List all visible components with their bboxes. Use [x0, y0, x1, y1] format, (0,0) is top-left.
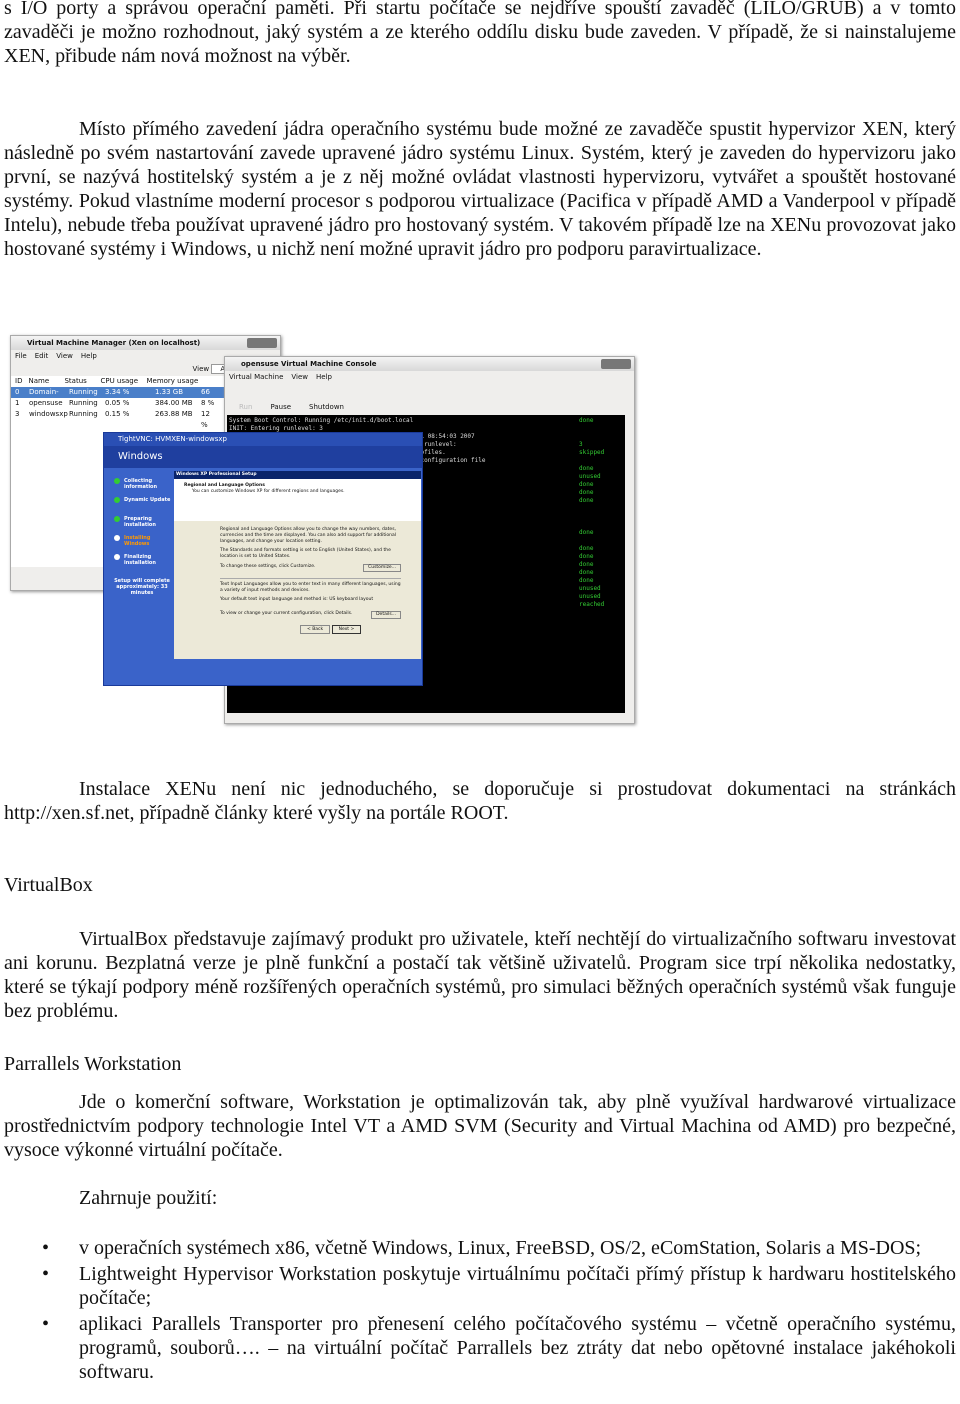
shutdown-button[interactable]: Shutdown	[309, 403, 344, 411]
heading-parallels: Parrallels Workstation	[4, 1053, 182, 1075]
back-button[interactable]: < Back	[300, 625, 331, 634]
status-word	[579, 513, 604, 521]
list-item: • Lightweight Hypervisor Workstation posk…	[42, 1263, 956, 1309]
paragraph-xen-hypervisor: Místo přímého zavedení jádra operačního …	[4, 118, 956, 260]
step-circle-icon	[114, 554, 120, 560]
bullet-icon: •	[42, 1263, 50, 1285]
menu-help[interactable]: Help	[316, 373, 332, 381]
customize-button[interactable]: Customize...	[363, 564, 401, 572]
status-word: done	[579, 529, 594, 536]
list-item: • v operačních systémech x86, včetně Wind…	[42, 1237, 922, 1259]
xp-setup-dialog: Windows XP Professional Setup Regional a…	[174, 471, 421, 659]
menu-file[interactable]: File	[15, 352, 27, 360]
setup-step: Finalizing installation	[114, 554, 174, 573]
paragraph-intro: s I/O porty a správou operační paměti. P…	[4, 0, 956, 67]
details-button[interactable]: Details...	[371, 611, 401, 619]
status-word: done	[579, 545, 594, 552]
status-word: done	[579, 569, 594, 576]
setup-step: Collecting information	[114, 478, 174, 497]
status-word: unused	[579, 473, 601, 480]
status-word: done	[579, 577, 594, 584]
status-word: unused	[579, 593, 601, 600]
status-word: done	[579, 497, 594, 504]
status-word	[579, 457, 604, 465]
status-word: 3	[579, 441, 583, 448]
setup-step: Installing Windows	[114, 535, 174, 554]
status-word	[579, 433, 604, 441]
menu-view[interactable]: View	[56, 352, 73, 360]
vnc-title: TightVNC: HVMXEN-windowsxp	[104, 433, 422, 446]
run-button[interactable]: Run	[239, 403, 252, 411]
step-circle-icon	[114, 535, 120, 541]
paragraph-virtualbox: VirtualBox představuje zajímavý produkt …	[4, 928, 956, 1022]
status-word: done	[579, 553, 594, 560]
step-circle-icon	[114, 478, 120, 484]
setup-eta: Setup will complete approximately: 33 mi…	[114, 578, 170, 596]
console-title: opensuse Virtual Machine Console	[241, 360, 377, 368]
status-word: reached	[579, 601, 605, 608]
status-word	[579, 537, 604, 545]
xen-screenshot-figure: Virtual Machine Manager (Xen on localhos…	[10, 335, 635, 725]
menu-virtual-machine[interactable]: Virtual Machine	[229, 373, 283, 381]
next-button[interactable]: Next >	[331, 625, 362, 634]
bullet-icon: •	[42, 1313, 50, 1335]
status-word: unused	[579, 585, 601, 592]
step-circle-icon	[114, 497, 120, 503]
status-word: done	[579, 561, 594, 568]
status-word: done	[579, 481, 594, 488]
heading-virtualbox: VirtualBox	[4, 874, 93, 896]
feature-list: • v operačních systémech x86, včetně Wind…	[4, 1236, 956, 1386]
view-label: View	[192, 365, 210, 373]
terminal-line: System Boot Control: Running /etc/init.d…	[229, 417, 414, 424]
status-word	[579, 425, 604, 433]
paragraph-includes: Zahrnuje použití:	[79, 1187, 218, 1209]
paragraph-xen-install: Instalace XENu není nic jednoduchého, se…	[4, 778, 956, 824]
setup-step: Preparing installation	[114, 516, 174, 535]
status-word	[579, 505, 604, 513]
menu-help[interactable]: Help	[81, 352, 97, 360]
bullet-icon: •	[42, 1237, 50, 1259]
status-word: done	[579, 465, 594, 472]
step-circle-icon	[114, 516, 120, 522]
menu-edit[interactable]: Edit	[35, 352, 49, 360]
status-word: done	[579, 489, 594, 496]
windows-logo: Windows	[104, 446, 422, 468]
pause-button[interactable]: Pause	[270, 403, 291, 411]
setup-step: Dynamic Update	[114, 497, 174, 516]
vnc-window: TightVNC: HVMXEN-windowsxp Windows Colle…	[103, 432, 423, 686]
paragraph-parallels: Jde o komerční software, Workstation je …	[4, 1091, 956, 1161]
status-word: skipped	[579, 449, 605, 456]
menu-view[interactable]: View	[291, 373, 308, 381]
vmm-title: Virtual Machine Manager (Xen on localhos…	[27, 339, 201, 347]
status-word: done	[579, 417, 594, 424]
status-word	[579, 521, 604, 529]
list-item: • aplikaci Parallels Transporter pro přen…	[42, 1313, 956, 1383]
